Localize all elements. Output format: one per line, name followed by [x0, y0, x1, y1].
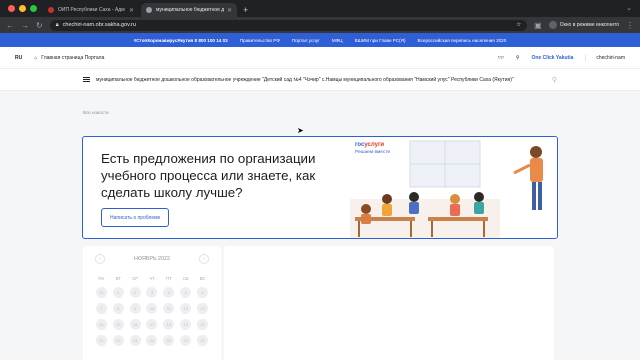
prev-month-icon[interactable]: ‹: [95, 254, 105, 264]
calendar-day[interactable]: 21: [95, 335, 107, 346]
weekday-row: ПН ВТ СР ЧТ ПТ СБ ВС: [93, 276, 211, 281]
site-favicon-icon: [48, 7, 54, 13]
calendar-day[interactable]: 2: [129, 287, 141, 298]
address-bar[interactable]: 🔒︎ chechiri-nam.obr.sakha.gov.ru ☆: [49, 19, 528, 31]
calendar-day[interactable]: 26: [180, 335, 192, 346]
calendar-header: ‹ НОЯБРЬ 2022 ›: [95, 254, 209, 264]
new-tab-icon[interactable]: +: [243, 5, 248, 17]
calendar-day[interactable]: 5: [180, 287, 192, 298]
portal-home-label: Главная страница Портала: [41, 54, 105, 61]
one-click-yakutia-link[interactable]: One Click Yakutia: [532, 55, 574, 61]
browser-tab-2[interactable]: муниципальное бюджетное д ✕: [141, 3, 237, 17]
back-arrow-icon[interactable]: ←: [6, 21, 14, 30]
calendar-day[interactable]: 13: [197, 303, 209, 314]
calendar-day[interactable]: 12: [180, 303, 192, 314]
write-problem-button[interactable]: Написать о проблеме: [101, 208, 170, 227]
calendar-month-label: НОЯБРЬ 2022: [133, 256, 171, 262]
home-icon: ⌂: [34, 54, 38, 61]
accessibility-glasses-icon[interactable]: 👓︎: [497, 55, 503, 61]
weekday-label: ЧТ: [149, 276, 155, 281]
user-login-link[interactable]: chechiri-nam: [585, 54, 625, 61]
weekday-label: ВТ: [115, 276, 121, 281]
calendar-day[interactable]: 11: [163, 303, 175, 314]
weekday-label: ПН: [98, 276, 105, 281]
tab-title: ОИП Республики Саха - Адм: [58, 7, 125, 13]
calendar-day[interactable]: 8: [112, 303, 124, 314]
url-text: chechiri-nam.obr.sakha.gov.ru: [62, 22, 136, 28]
tab-search-chevron-icon[interactable]: ⌄: [626, 4, 632, 12]
close-window-button[interactable]: [8, 5, 15, 12]
calendar-day[interactable]: 17: [146, 319, 158, 330]
banner-headline: Есть предложения по организации учебного…: [101, 151, 316, 200]
events-calendar: ‹ НОЯБРЬ 2022 › ПН ВТ СР ЧТ ПТ СБ ВС 31 1…: [83, 246, 221, 360]
calendar-day[interactable]: 20: [197, 319, 209, 330]
news-panel: [224, 246, 554, 360]
weekday-label: ПТ: [166, 276, 172, 281]
hamburger-menu-icon[interactable]: [83, 76, 90, 83]
gosuslugi-feedback-banner: Есть предложения по организации учебного…: [82, 136, 558, 239]
calendar-day[interactable]: 16: [129, 319, 141, 330]
browser-tab-1[interactable]: ОИП Республики Саха - Адм ✕: [43, 3, 139, 17]
calendar-day[interactable]: 7: [95, 303, 107, 314]
calendar-day[interactable]: 4: [163, 287, 175, 298]
calendar-day[interactable]: 23: [129, 335, 141, 346]
calendar-day[interactable]: 19: [180, 319, 192, 330]
calendar-day[interactable]: 18: [163, 319, 175, 330]
tab-title: муниципальное бюджетное д: [156, 7, 224, 13]
browser-toolbar: ← → ↻ 🔒︎ chechiri-nam.obr.sakha.gov.ru ☆…: [0, 17, 640, 33]
weekday-label: СР: [132, 276, 139, 281]
calendar-day[interactable]: 1: [112, 287, 124, 298]
incognito-indicator[interactable]: Окно в режиме инкогнито: [548, 21, 619, 29]
site-favicon-icon: [146, 7, 152, 13]
covid-hotline-link[interactable]: #СтопКоронавирусЯкутия 8 800 100 14 03: [134, 38, 228, 43]
window-controls: [4, 5, 43, 17]
gov-links-bar: #СтопКоронавирусЯкутия 8 800 100 14 03 П…: [0, 33, 640, 47]
reload-icon[interactable]: ↻: [36, 21, 43, 30]
lock-icon: 🔒︎: [55, 21, 59, 28]
maximize-window-button[interactable]: [30, 5, 37, 12]
sidebar-icon[interactable]: ▣: [534, 21, 542, 30]
vshim-link[interactable]: ВШИМ при Главе РС(Я): [355, 38, 406, 43]
gosuslugi-tagline: Решаем вместе: [355, 150, 391, 155]
forward-arrow-icon[interactable]: →: [21, 21, 29, 30]
organization-name: муниципальное бюджетное дошкольное образ…: [96, 76, 514, 83]
calendar-day[interactable]: 9: [129, 303, 141, 314]
calendar-day[interactable]: 15: [112, 319, 124, 330]
language-switch[interactable]: RU: [15, 55, 22, 61]
browser-tab-strip: ОИП Республики Саха - Адм ✕ муниципально…: [0, 0, 640, 17]
calendar-day[interactable]: 22: [112, 335, 124, 346]
bookmark-star-icon[interactable]: ☆: [516, 22, 521, 28]
census-link[interactable]: Всероссийская перепись населения 2020: [418, 38, 507, 43]
mfc-link[interactable]: МФЦ: [332, 38, 343, 43]
incognito-avatar-icon: [548, 21, 557, 29]
weekday-label: СБ: [182, 276, 189, 281]
portal-home-link[interactable]: ⌂ Главная страница Портала: [34, 55, 104, 61]
calendar-day[interactable]: 6: [197, 287, 209, 298]
next-month-icon[interactable]: ›: [199, 254, 209, 264]
menu-kebab-icon[interactable]: ⋮: [626, 21, 634, 30]
close-tab-icon[interactable]: ✕: [227, 7, 232, 14]
organization-bar: муниципальное бюджетное дошкольное образ…: [0, 69, 640, 91]
search-icon[interactable]: ⚲: [516, 55, 520, 61]
calendar-day[interactable]: 25: [163, 335, 175, 346]
calendar-day[interactable]: 24: [146, 335, 158, 346]
breadcrumb[interactable]: Все новости: [83, 110, 109, 115]
calendar-day[interactable]: 31: [95, 287, 107, 298]
calendar-day[interactable]: 14: [95, 319, 107, 330]
gosuslugi-logo: госуслуги: [355, 142, 385, 148]
mouse-cursor-icon: ➤: [297, 126, 304, 135]
calendar-day[interactable]: 10: [146, 303, 158, 314]
close-tab-icon[interactable]: ✕: [129, 7, 134, 14]
calendar-day[interactable]: 3: [146, 287, 158, 298]
web-page: #СтопКоронавирусЯкутия 8 800 100 14 03 П…: [0, 33, 640, 360]
services-portal-link[interactable]: Портал услуг: [292, 38, 320, 43]
incognito-label: Окно в режиме инкогнито: [559, 22, 619, 28]
calendar-days-grid: 31 1 2 3 4 5 6 7 8 9 10 11 12 13 14 15 16 17 18 19 20 21 22 23 2…: [93, 287, 211, 346]
weekday-label: ВС: [199, 276, 206, 281]
minimize-window-button[interactable]: [19, 5, 26, 12]
calendar-day[interactable]: 27: [197, 335, 209, 346]
gov-rf-link[interactable]: Правительство РФ: [240, 38, 280, 43]
portal-top-nav: RU ⌂ Главная страница Портала 👓︎ ⚲ One C…: [0, 47, 640, 69]
site-search-icon[interactable]: ⚲: [552, 76, 557, 84]
